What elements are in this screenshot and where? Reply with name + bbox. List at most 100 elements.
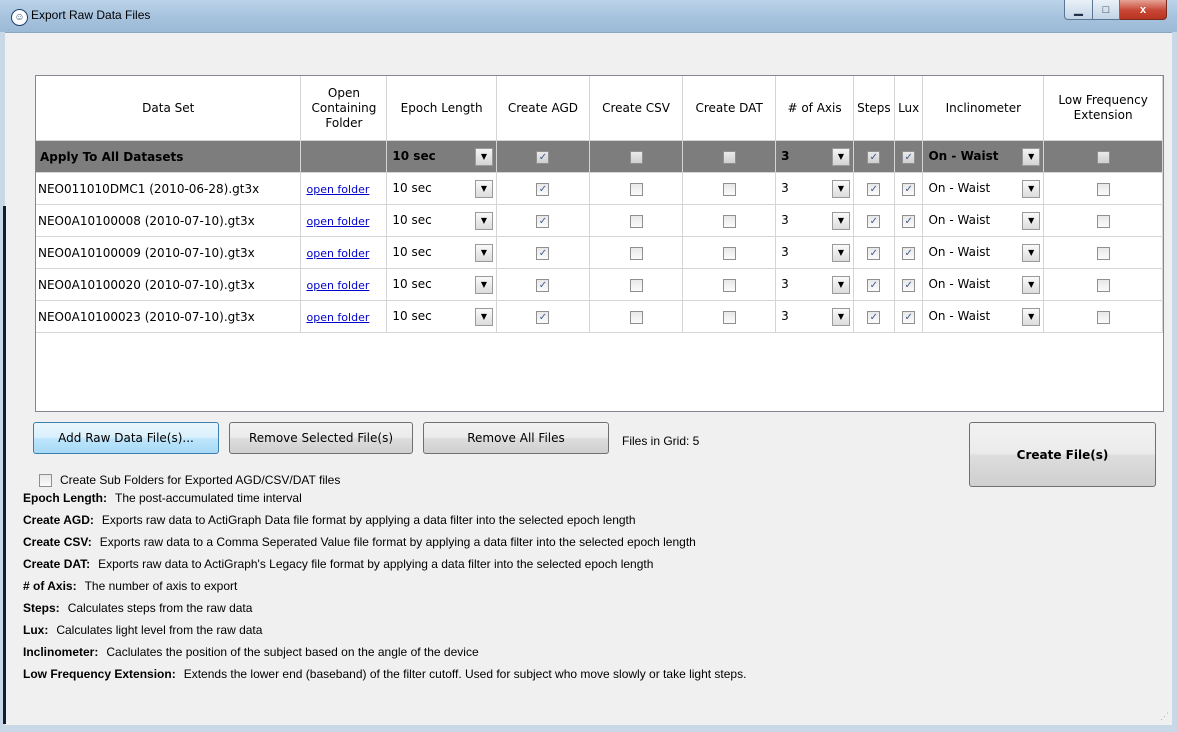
dataset-name[interactable]: NEO0A10100023 (2010-07-10).gt3x [36, 300, 302, 333]
chevron-down-icon[interactable]: ▼ [1022, 307, 1041, 326]
create-agd-checkbox[interactable]: ✓ [536, 150, 550, 164]
lux-checkbox[interactable]: ✓ [902, 214, 916, 228]
lux-checkbox[interactable]: ✓ [902, 150, 916, 164]
inclinometer-dropdown[interactable]: On - Waist ▼ [928, 178, 1041, 200]
create-csv-checkbox[interactable] [629, 278, 643, 292]
low-frequency-extension-checkbox[interactable] [1096, 182, 1110, 196]
low-frequency-extension-checkbox[interactable] [1096, 214, 1110, 228]
low-frequency-extension-checkbox[interactable] [1096, 150, 1110, 164]
close-button[interactable]: x [1120, 0, 1167, 20]
steps-checkbox[interactable]: ✓ [867, 182, 881, 196]
epoch-length-dropdown[interactable]: 10 sec ▼ [392, 146, 493, 168]
add-raw-data-files-button[interactable]: Add Raw Data File(s)... [33, 422, 219, 454]
chevron-down-icon[interactable]: ▼ [474, 211, 493, 230]
maximize-button[interactable]: □ [1093, 0, 1120, 20]
column-header-inclinometer[interactable]: Inclinometer [922, 76, 1045, 141]
minimize-button[interactable]: ▁ [1064, 0, 1093, 20]
chevron-down-icon[interactable]: ▼ [831, 147, 850, 166]
dataset-row[interactable]: NEO0A10100020 (2010-07-10).gt3x open fold… [36, 268, 1163, 301]
chevron-down-icon[interactable]: ▼ [474, 243, 493, 262]
remove-selected-files-button[interactable]: Remove Selected File(s) [229, 422, 413, 454]
chevron-down-icon[interactable]: ▼ [1022, 147, 1041, 166]
create-agd-checkbox[interactable]: ✓ [536, 182, 550, 196]
chevron-down-icon[interactable]: ▼ [831, 275, 850, 294]
create-dat-checkbox[interactable] [722, 182, 736, 196]
create-csv-checkbox[interactable] [629, 150, 643, 164]
chevron-down-icon[interactable]: ▼ [831, 243, 850, 262]
apply-to-all-row[interactable]: Apply To All Datasets 10 sec ▼ ✓ 3 ▼ ✓ ✓ On - Wa… [36, 140, 1163, 173]
epoch-length-dropdown[interactable]: 10 sec ▼ [392, 306, 493, 328]
lux-checkbox[interactable]: ✓ [902, 246, 916, 260]
subfolders-checkbox[interactable] [39, 473, 52, 487]
create-csv-checkbox[interactable] [629, 214, 643, 228]
dataset-row[interactable]: NEO0A10100009 (2010-07-10).gt3x open fold… [36, 236, 1163, 269]
column-header-lux[interactable]: Lux [894, 76, 924, 141]
dataset-row[interactable]: NEO011010DMC1 (2010-06-28).gt3x open fold… [36, 172, 1163, 205]
lux-checkbox[interactable]: ✓ [902, 310, 916, 324]
column-header-epoch-length[interactable]: Epoch Length [386, 76, 497, 141]
chevron-down-icon[interactable]: ▼ [831, 211, 850, 230]
column-header-data-set[interactable]: Data Set [36, 76, 302, 141]
open-folder-link[interactable]: open folder [306, 247, 369, 260]
epoch-length-dropdown[interactable]: 10 sec ▼ [392, 274, 493, 296]
chevron-down-icon[interactable]: ▼ [1022, 243, 1041, 262]
dataset-name[interactable]: NEO011010DMC1 (2010-06-28).gt3x [36, 172, 302, 205]
column-header-open-folder[interactable]: Open Containing Folder [300, 76, 388, 141]
low-frequency-extension-checkbox[interactable] [1096, 310, 1110, 324]
axis-count-dropdown[interactable]: 3 ▼ [781, 306, 850, 328]
dataset-row[interactable]: NEO0A10100023 (2010-07-10).gt3x open fold… [36, 300, 1163, 333]
create-agd-checkbox[interactable]: ✓ [536, 310, 550, 324]
low-frequency-extension-checkbox[interactable] [1096, 246, 1110, 260]
lux-checkbox[interactable]: ✓ [902, 278, 916, 292]
axis-count-dropdown[interactable]: 3 ▼ [781, 274, 850, 296]
steps-checkbox[interactable]: ✓ [867, 278, 881, 292]
axis-count-dropdown[interactable]: 3 ▼ [781, 242, 850, 264]
dataset-name[interactable]: NEO0A10100008 (2010-07-10).gt3x [36, 204, 302, 237]
epoch-length-dropdown[interactable]: 10 sec ▼ [392, 210, 493, 232]
steps-checkbox[interactable]: ✓ [867, 150, 881, 164]
inclinometer-dropdown[interactable]: On - Waist ▼ [928, 242, 1041, 264]
epoch-length-dropdown[interactable]: 10 sec ▼ [392, 242, 493, 264]
create-dat-checkbox[interactable] [722, 246, 736, 260]
subfolders-option[interactable]: Create Sub Folders for Exported AGD/CSV/… [39, 473, 340, 487]
resize-grip-icon[interactable]: ⋰ [1160, 711, 1169, 722]
epoch-length-dropdown[interactable]: 10 sec ▼ [392, 178, 493, 200]
column-header-axis[interactable]: # of Axis [775, 76, 854, 141]
dataset-name[interactable]: NEO0A10100020 (2010-07-10).gt3x [36, 268, 302, 301]
column-header-create-dat[interactable]: Create DAT [682, 76, 777, 141]
column-header-create-agd[interactable]: Create AGD [496, 76, 590, 141]
inclinometer-dropdown[interactable]: On - Waist ▼ [928, 306, 1041, 328]
chevron-down-icon[interactable]: ▼ [1022, 179, 1041, 198]
create-dat-checkbox[interactable] [722, 278, 736, 292]
create-files-button[interactable]: Create File(s) [969, 422, 1156, 487]
axis-count-dropdown[interactable]: 3 ▼ [781, 146, 850, 168]
dataset-name[interactable]: Apply To All Datasets [36, 140, 302, 173]
chevron-down-icon[interactable]: ▼ [1022, 211, 1041, 230]
steps-checkbox[interactable]: ✓ [867, 214, 881, 228]
column-header-low-frequency-extension[interactable]: Low Frequency Extension [1043, 76, 1163, 141]
low-frequency-extension-checkbox[interactable] [1096, 278, 1110, 292]
inclinometer-dropdown[interactable]: On - Waist ▼ [928, 274, 1041, 296]
create-agd-checkbox[interactable]: ✓ [536, 278, 550, 292]
create-dat-checkbox[interactable] [722, 310, 736, 324]
axis-count-dropdown[interactable]: 3 ▼ [781, 178, 850, 200]
inclinometer-dropdown[interactable]: On - Waist ▼ [928, 210, 1041, 232]
steps-checkbox[interactable]: ✓ [867, 310, 881, 324]
chevron-down-icon[interactable]: ▼ [1022, 275, 1041, 294]
chevron-down-icon[interactable]: ▼ [474, 179, 493, 198]
dataset-row[interactable]: NEO0A10100008 (2010-07-10).gt3x open fold… [36, 204, 1163, 237]
create-dat-checkbox[interactable] [722, 150, 736, 164]
create-csv-checkbox[interactable] [629, 246, 643, 260]
axis-count-dropdown[interactable]: 3 ▼ [781, 210, 850, 232]
datasets-grid[interactable]: Data Set Open Containing Folder Epoch Le… [35, 75, 1164, 412]
chevron-down-icon[interactable]: ▼ [474, 275, 493, 294]
create-dat-checkbox[interactable] [722, 214, 736, 228]
chevron-down-icon[interactable]: ▼ [474, 307, 493, 326]
create-csv-checkbox[interactable] [629, 310, 643, 324]
create-agd-checkbox[interactable]: ✓ [536, 214, 550, 228]
open-folder-link[interactable]: open folder [306, 311, 369, 324]
column-header-create-csv[interactable]: Create CSV [589, 76, 684, 141]
open-folder-link[interactable]: open folder [306, 183, 369, 196]
create-agd-checkbox[interactable]: ✓ [536, 246, 550, 260]
open-folder-link[interactable]: open folder [306, 279, 369, 292]
